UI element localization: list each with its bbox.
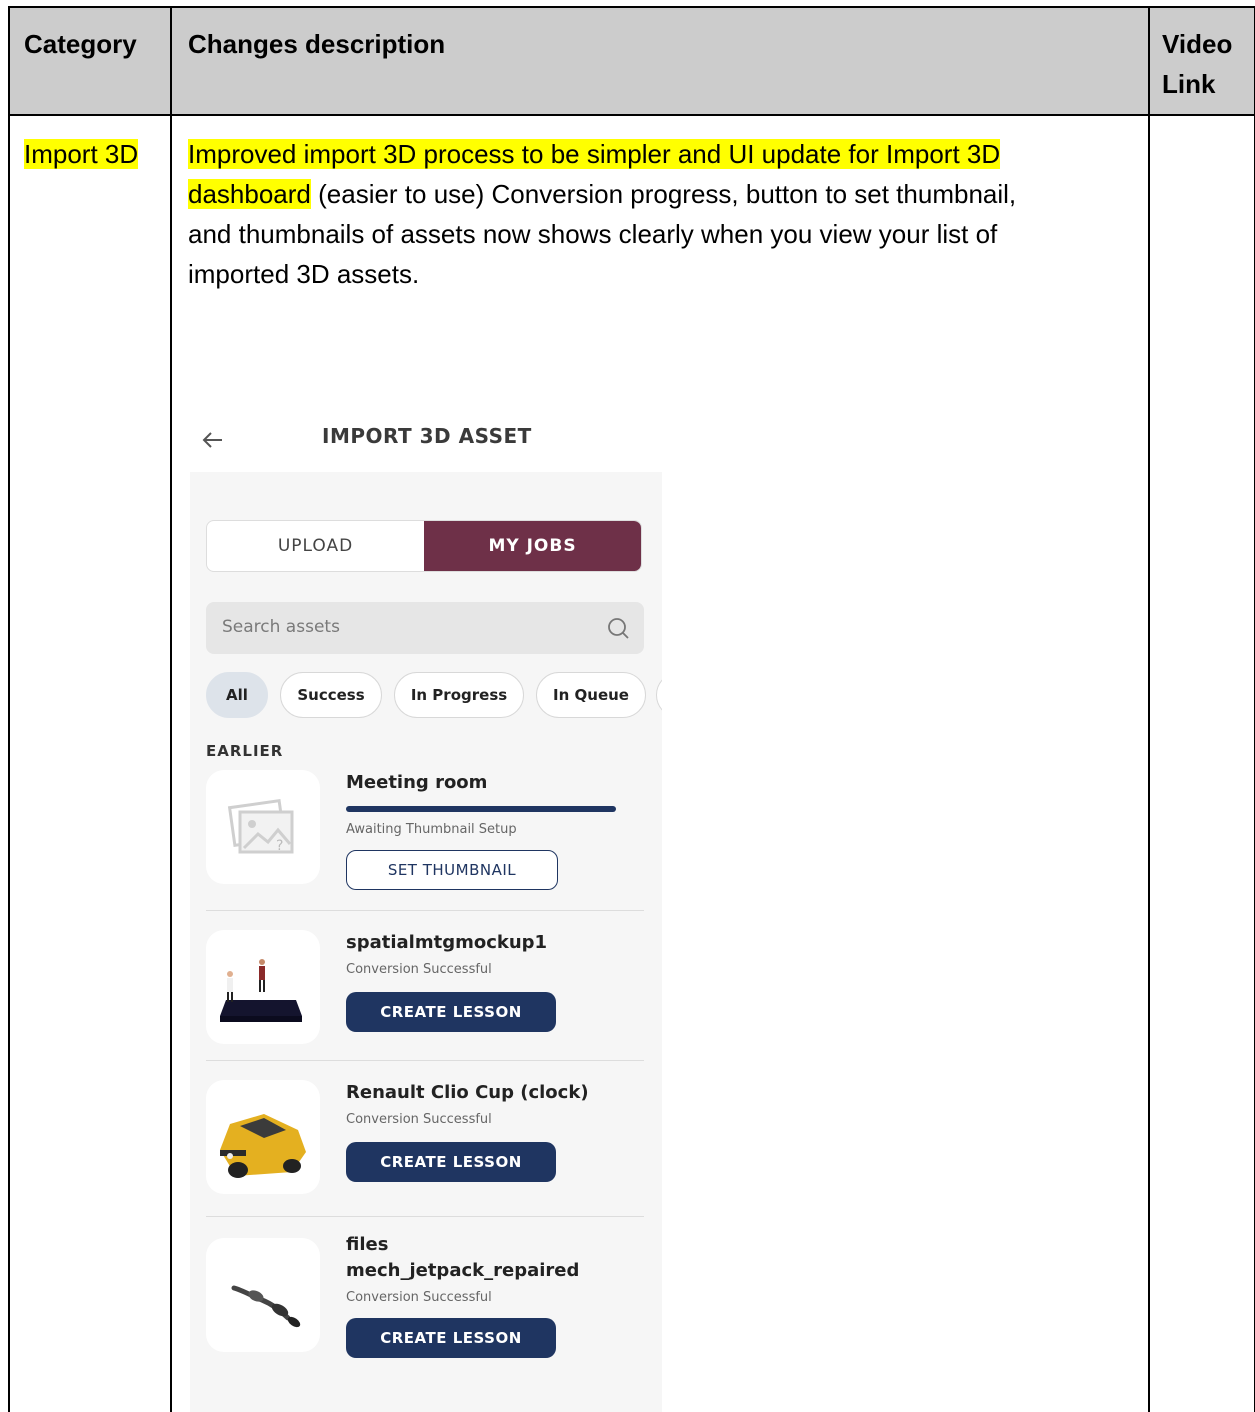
asset-status: Awaiting Thumbnail Setup (346, 822, 517, 837)
asset-status: Conversion Successful (346, 962, 492, 977)
create-lesson-button[interactable]: CREATE LESSON (346, 992, 556, 1032)
asset-name-line2: mech_jetpack_repaired (346, 1260, 580, 1281)
description-highlight-1: Improved import 3D process to be simpler… (188, 139, 1001, 169)
placeholder-image-icon: ? (227, 799, 294, 854)
meeting-platform-icon (220, 959, 302, 1022)
description-text-1: (easier to use) Conversion progress, but… (310, 179, 1017, 209)
create-lesson-button[interactable]: CREATE LESSON (346, 1318, 556, 1358)
create-lesson-button[interactable]: CREATE LESSON (346, 1142, 556, 1182)
filter-chip-in-queue[interactable]: In Queue (536, 672, 646, 718)
list-divider (206, 910, 644, 911)
tab-my-jobs[interactable]: MY JOBS (424, 521, 641, 571)
description-text-3: imported 3D assets. (188, 259, 420, 289)
asset-item[interactable]: Renault Clio Cup (clock) Conversion Succ… (206, 1080, 644, 1200)
filter-chip-more[interactable] (656, 672, 662, 718)
header-category: Category (24, 29, 137, 59)
back-arrow-icon[interactable] (200, 420, 226, 460)
asset-item[interactable]: files mech_jetpack_repaired Conversion S… (206, 1234, 644, 1376)
jetpack-icon (231, 1285, 301, 1328)
list-divider (206, 1216, 644, 1217)
header-changes-description: Changes description (188, 29, 446, 59)
asset-item[interactable]: spatialmtgmockup1 Conversion Successful … (206, 930, 644, 1050)
asset-thumbnail (206, 1080, 320, 1194)
category-text: Import 3D (24, 139, 139, 169)
asset-thumbnail: ? (206, 770, 320, 884)
tab-segmented-control: UPLOAD MY JOBS (206, 520, 642, 572)
filter-chips: All Success In Progress In Queue (206, 672, 662, 718)
list-divider (206, 1060, 644, 1061)
asset-thumbnail (206, 930, 320, 1044)
asset-thumbnail (206, 1238, 320, 1352)
conversion-progress-bar (346, 806, 616, 812)
asset-item[interactable]: ? Meeting room Awaiting Thumbnail Setup … (206, 770, 644, 890)
section-label: EARLIER (206, 742, 284, 760)
asset-name: spatialmtgmockup1 (346, 932, 548, 953)
search-input[interactable]: Search assets (206, 602, 644, 654)
asset-name-line1: files (346, 1234, 389, 1255)
filter-chip-all[interactable]: All (206, 672, 268, 718)
column-divider (170, 8, 172, 1412)
header-video-line1: Video (1162, 29, 1233, 59)
set-thumbnail-button[interactable]: SET THUMBNAIL (346, 850, 558, 890)
yellow-car-icon (220, 1114, 306, 1178)
asset-status: Conversion Successful (346, 1112, 492, 1127)
filter-chip-in-progress[interactable]: In Progress (394, 672, 524, 718)
header-video-link: Video Link (1162, 24, 1232, 104)
app-header: IMPORT 3D ASSET (200, 420, 670, 460)
search-icon[interactable] (606, 616, 630, 640)
column-divider (1148, 8, 1150, 1412)
description-highlight-2: dashboard (188, 179, 311, 209)
header-video-line2: Link (1162, 69, 1216, 99)
tab-upload[interactable]: UPLOAD (207, 521, 424, 571)
app-screen: UPLOAD MY JOBS Search assets All Success… (190, 472, 662, 1412)
asset-status: Conversion Successful (346, 1290, 492, 1305)
row-category-cell: Import 3D (24, 134, 139, 174)
asset-name: Renault Clio Cup (clock) (346, 1082, 589, 1103)
search-placeholder: Search assets (222, 617, 340, 637)
asset-name: Meeting room (346, 772, 488, 793)
asset-name: files mech_jetpack_repaired (346, 1232, 579, 1284)
app-title: IMPORT 3D ASSET (322, 424, 532, 448)
svg-text:?: ? (276, 838, 283, 854)
row-description-cell: Improved import 3D process to be simpler… (188, 134, 1138, 294)
description-text-2: and thumbnails of assets now shows clear… (188, 219, 998, 249)
filter-chip-success[interactable]: Success (280, 672, 382, 718)
